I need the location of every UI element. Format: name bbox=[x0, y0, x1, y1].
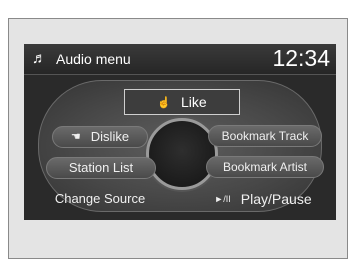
station-list-label: Station List bbox=[68, 160, 134, 175]
bookmark-artist-label: Bookmark Artist bbox=[222, 160, 308, 174]
change-source-button[interactable]: Change Source bbox=[38, 188, 162, 210]
music-note-icon: ♬ bbox=[32, 50, 47, 67]
menu-title: Audio menu bbox=[56, 51, 131, 67]
like-label: Like bbox=[181, 94, 207, 110]
play-pause-button[interactable]: ►/II Play/Pause bbox=[200, 188, 326, 210]
station-list-button[interactable]: Station List bbox=[46, 157, 156, 179]
play-pause-label: Play/Pause bbox=[240, 191, 312, 207]
bookmark-track-button[interactable]: Bookmark Track bbox=[208, 125, 322, 147]
change-source-label: Change Source bbox=[54, 191, 146, 206]
thumbs-up-icon: ☝ bbox=[157, 96, 171, 109]
selector-knob[interactable] bbox=[146, 118, 218, 190]
audio-menu-screen: ♬ Audio menu 12:34 ☝ Like ☚ Dislike Stat… bbox=[24, 44, 336, 220]
thumbs-down-icon: ☚ bbox=[70, 131, 81, 143]
bookmark-artist-button[interactable]: Bookmark Artist bbox=[206, 156, 324, 178]
bookmark-track-label: Bookmark Track bbox=[221, 129, 309, 143]
dislike-button[interactable]: ☚ Dislike bbox=[52, 126, 148, 148]
header-bar: ♬ Audio menu 12:34 bbox=[24, 44, 336, 75]
clock: 12:34 bbox=[272, 45, 330, 71]
like-button[interactable]: ☝ Like bbox=[124, 89, 240, 115]
dislike-label: Dislike bbox=[90, 129, 130, 144]
play-pause-icon: ►/II bbox=[214, 194, 231, 204]
